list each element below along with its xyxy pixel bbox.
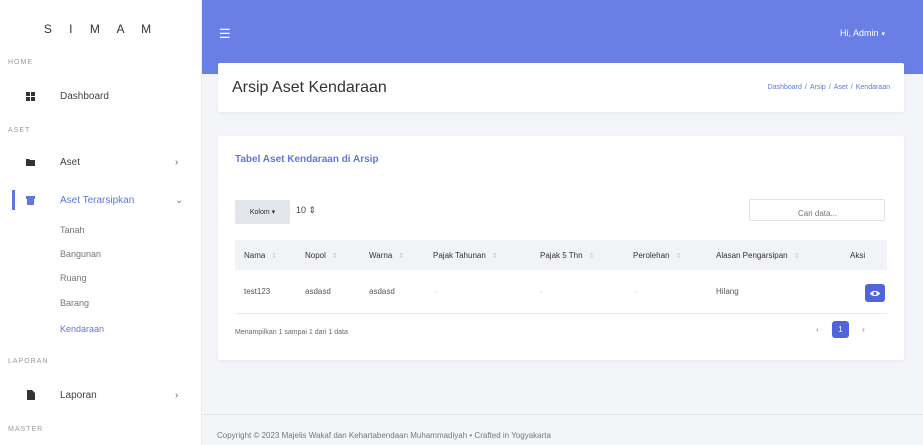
sidebar-subitem-kendaraan[interactable]: Kendaraan xyxy=(60,324,104,334)
menu-toggle-icon[interactable]: ☰ xyxy=(219,26,231,42)
page-header: Arsip Aset Kendaraan Dashboard / Arsip / Ase… xyxy=(218,63,904,112)
cell-warna: asdasd xyxy=(369,287,395,296)
user-greeting: Hi, Admin xyxy=(840,28,879,38)
column-header-perolehan[interactable]: Perolehan ⇕ xyxy=(633,251,681,260)
breadcrumb-arsip[interactable]: Arsip xyxy=(810,84,826,91)
chevron-down-icon: ⌄ xyxy=(175,194,184,206)
breadcrumb-aset[interactable]: Aset xyxy=(834,84,848,91)
card-title: Tabel Aset Kendaraan di Arsip xyxy=(235,154,379,165)
section-laporan: LAPORAN xyxy=(8,358,49,365)
column-visibility-button[interactable]: Kolom ▾ xyxy=(235,200,290,224)
sort-arrows-icon: ⇕ xyxy=(308,205,317,215)
sidebar-subitem-ruang[interactable]: Ruang xyxy=(60,273,87,283)
page-length-value: 10 xyxy=(296,205,307,215)
section-aset: ASET xyxy=(8,127,31,134)
brand-logo[interactable]: S I M A M xyxy=(0,22,202,36)
sidebar-subitem-bangunan[interactable]: Bangunan xyxy=(60,249,101,259)
sidebar-item-dashboard[interactable]: Dashboard xyxy=(0,82,202,110)
table-info: Menampilkan 1 sampai 1 dari 1 data xyxy=(235,329,348,336)
cell-alasan-pengarsipan: Hilang xyxy=(716,287,739,296)
cell-nama: test123 xyxy=(244,287,271,296)
caret-down-icon: ▾ xyxy=(271,209,276,216)
column-header-alasan-pengarsipan[interactable]: Alasan Pengarsipan ⇕ xyxy=(716,251,799,260)
column-header-warna[interactable]: Warna ⇕ xyxy=(369,251,404,260)
sidebar-item-aset[interactable]: Aset › xyxy=(0,148,202,176)
view-button[interactable] xyxy=(865,284,885,302)
pagination-page-button[interactable]: 1 xyxy=(832,321,849,338)
sidebar-subitem-tanah[interactable]: Tanah xyxy=(60,225,85,235)
caret-down-icon: ▾ xyxy=(881,31,886,38)
column-header-pajak-5-thn[interactable]: Pajak 5 Thn ⇕ xyxy=(540,251,594,260)
file-icon xyxy=(26,390,35,400)
page-length-select[interactable]: 10 ⇕ xyxy=(296,205,316,216)
cell-pajak-tahunan: - xyxy=(435,287,438,296)
page-title: Arsip Aset Kendaraan xyxy=(232,79,387,96)
grid-icon xyxy=(26,91,35,101)
folder-icon xyxy=(26,158,35,167)
sidebar-item-label: Dashboard xyxy=(60,90,109,102)
sidebar: S I M A M HOME Dashboard ASET Aset › Ase… xyxy=(0,0,202,445)
sidebar-item-laporan[interactable]: Laporan › xyxy=(0,381,202,409)
breadcrumb-dashboard[interactable]: Dashboard xyxy=(768,84,802,91)
eye-icon xyxy=(870,290,880,296)
column-header-aksi: Aksi xyxy=(850,251,866,260)
cell-nopol: asdasd xyxy=(305,287,331,296)
cell-pajak-5-thn: - xyxy=(540,287,543,296)
search-input[interactable] xyxy=(749,199,885,221)
pagination-next-button[interactable]: › xyxy=(855,321,872,338)
breadcrumb-kendaraan: Kendaraan xyxy=(855,84,890,91)
cell-perolehan: - xyxy=(635,287,638,296)
table-card: Tabel Aset Kendaraan di Arsip Kolom ▾ 10… xyxy=(218,136,904,360)
column-visibility-label: Kolom xyxy=(249,208,270,216)
pagination: ‹ 1 › xyxy=(809,321,872,338)
column-header-nama[interactable]: Nama ⇕ xyxy=(244,251,277,260)
breadcrumb: Dashboard / Arsip / Aset / Kendaraan xyxy=(767,84,890,91)
sidebar-item-label: Aset xyxy=(60,156,81,168)
section-master: MASTER xyxy=(8,426,44,433)
column-header-nopol[interactable]: Nopol ⇕ xyxy=(305,251,338,260)
user-menu[interactable]: Hi, Admin ▾ xyxy=(840,28,885,38)
chevron-right-icon: › xyxy=(175,389,179,401)
chevron-right-icon: › xyxy=(175,156,179,168)
section-home: HOME xyxy=(8,59,33,66)
column-header-pajak-tahunan[interactable]: Pajak Tahunan ⇕ xyxy=(433,251,498,260)
footer-divider xyxy=(202,414,923,415)
sidebar-item-aset-terarsipkan[interactable]: Aset Terarsipkan ⌄ xyxy=(0,186,202,214)
footer-text: Copyright © 2023 Majelis Wakaf dan Kehar… xyxy=(217,431,551,440)
archive-icon xyxy=(26,195,35,205)
table-header: Nama ⇕ Nopol ⇕ Warna ⇕ Pajak Tahunan ⇕ Pajak… xyxy=(235,240,887,270)
sidebar-item-label: Laporan xyxy=(60,389,97,401)
table-row: test123 asdasd asdasd - - - Hilang xyxy=(235,276,887,314)
sidebar-subitem-barang[interactable]: Barang xyxy=(60,298,89,308)
pagination-prev-button[interactable]: ‹ xyxy=(809,321,826,338)
sidebar-item-label: Aset Terarsipkan xyxy=(60,194,135,206)
